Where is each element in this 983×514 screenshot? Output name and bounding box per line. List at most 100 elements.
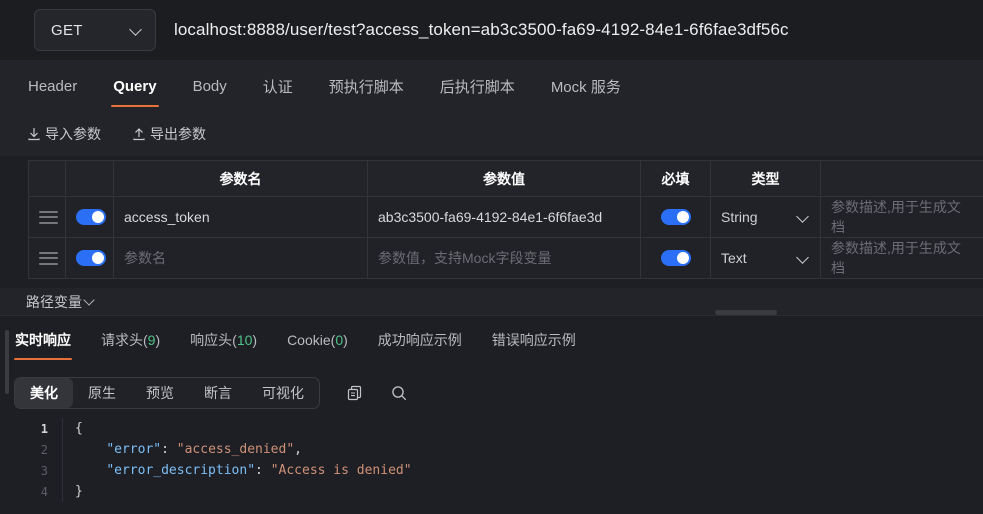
request-tab-label: Mock 服务	[550, 78, 621, 96]
param-type-select[interactable]: Text	[710, 237, 821, 279]
viewer-mode-label: 断言	[204, 385, 232, 401]
code-line: 4}	[14, 481, 983, 502]
api-client-window: GET localhost:8888/user/test?access_toke…	[0, 0, 983, 514]
code-line: 2 "error": "access_denied",	[14, 439, 983, 460]
line-number: 4	[40, 484, 48, 499]
code-line-text: {	[62, 418, 983, 439]
table-head: 参数名 参数值 必填 类型	[28, 160, 983, 197]
param-value-input[interactable]: ab3c3500-fa69-4192-84e1-6f6fae3d	[367, 196, 641, 238]
export-params-button[interactable]: 导出参数	[131, 124, 206, 144]
request-tab-5[interactable]: 后执行脚本	[438, 62, 517, 111]
required-cell	[640, 196, 711, 238]
viewer-mode-1[interactable]: 原生	[73, 378, 131, 408]
response-tab-4[interactable]: 成功响应示例	[377, 321, 463, 361]
row-drag-cell	[28, 237, 66, 279]
search-icon[interactable]	[390, 384, 408, 402]
param-type-value: Text	[721, 250, 747, 266]
param-description-text: 参数描述,用于生成文档	[831, 240, 961, 276]
request-tab-1[interactable]: Query	[111, 64, 159, 109]
line-number: 3	[40, 463, 48, 478]
viewer-mode-4[interactable]: 可视化	[247, 378, 319, 408]
table-body: access_token ab3c3500-fa69-4192-84e1-6f6f…	[28, 196, 983, 279]
code-token: "error_description"	[106, 463, 256, 478]
viewer-mode-0[interactable]: 美化	[15, 378, 73, 408]
response-tab-2[interactable]: 响应头(10)	[189, 321, 258, 361]
response-tab-label: 错误响应示例	[491, 332, 576, 348]
chevron-down-icon	[84, 295, 97, 308]
param-description-input[interactable]: 参数描述,用于生成文档	[820, 196, 983, 238]
header-required: 必填	[640, 160, 711, 197]
chevron-down-icon	[797, 211, 810, 224]
required-toggle[interactable]	[660, 250, 691, 266]
request-tab-0[interactable]: Header	[26, 64, 79, 109]
copy-icon[interactable]	[346, 384, 364, 402]
code-line-text: "error": "access_denied",	[62, 439, 983, 460]
param-value-input[interactable]: 参数值，支持Mock字段变量	[367, 237, 641, 279]
code-token: "access_denied"	[176, 442, 295, 457]
drag-handle-icon[interactable]	[39, 251, 58, 265]
http-method-select[interactable]: GET	[34, 9, 156, 51]
request-tabs: Header Query Body 认证 预执行脚本 后执行脚本 Mock 服务	[0, 60, 983, 112]
viewer-mode-2[interactable]: 预览	[131, 378, 189, 408]
enable-toggle[interactable]	[76, 250, 106, 266]
header-handle	[28, 160, 66, 197]
code-line: 1{	[14, 418, 983, 439]
query-params-table: 参数名 参数值 必填 类型 access_token ab3c3500-fa69-…	[28, 160, 983, 279]
table-row: 参数名 参数值，支持Mock字段变量 Text 参数描述,用于生成文档	[28, 237, 983, 279]
line-number: 2	[40, 442, 48, 457]
header-enable	[65, 160, 114, 197]
param-name-input[interactable]: access_token	[113, 196, 368, 238]
response-tab-count-close: )	[155, 332, 161, 348]
required-toggle[interactable]	[660, 209, 691, 225]
header-param-value: 参数值	[367, 160, 641, 197]
request-tab-4[interactable]: 预执行脚本	[327, 62, 406, 111]
viewer-mode-label: 预览	[146, 385, 174, 401]
viewer-mode-label: 美化	[30, 385, 58, 401]
header-description	[820, 160, 983, 197]
path-variable-label: 路径变量	[26, 293, 82, 310]
response-tab-1[interactable]: 请求头(9)	[100, 321, 161, 361]
code-line-text: }	[62, 481, 983, 502]
response-tab-3[interactable]: Cookie(0)	[286, 323, 349, 359]
import-params-button[interactable]: 导入参数	[26, 124, 101, 144]
code-token: "error"	[106, 442, 162, 457]
request-tab-6[interactable]: Mock 服务	[549, 62, 623, 111]
code-token: }	[75, 484, 83, 499]
export-icon	[133, 128, 145, 141]
header-type: 类型	[710, 160, 821, 197]
panel-resize-handle[interactable]	[715, 310, 777, 315]
code-token: {	[75, 421, 83, 436]
request-tab-label: 预执行脚本	[328, 78, 404, 96]
request-tab-2[interactable]: Body	[191, 64, 229, 109]
export-params-label: 导出参数	[150, 126, 206, 142]
request-tab-3[interactable]: 认证	[261, 62, 295, 111]
viewer-mode-3[interactable]: 断言	[189, 378, 247, 408]
response-body-code[interactable]: 1{2 "error": "access_denied", 3 "error_de…	[14, 418, 983, 514]
url-input[interactable]: localhost:8888/user/test?access_token=ab…	[174, 20, 789, 40]
response-tab-0[interactable]: 实时响应	[14, 321, 72, 361]
vertical-scrollbar[interactable]	[5, 330, 9, 394]
path-variable-toggle[interactable]: 路径变量	[0, 288, 983, 315]
response-tab-count: 10	[236, 332, 253, 348]
request-tab-label: Query	[113, 77, 157, 95]
response-tab-label: 实时响应	[15, 332, 71, 348]
code-token: :	[255, 463, 271, 478]
chevron-down-icon	[130, 24, 143, 37]
row-enable-cell	[65, 196, 114, 238]
query-params-table-wrapper: 参数名 参数值 必填 类型 access_token ab3c3500-fa69-…	[28, 160, 983, 279]
param-type-select[interactable]: String	[710, 196, 821, 238]
response-tab-5[interactable]: 错误响应示例	[491, 321, 577, 361]
import-params-label: 导入参数	[45, 126, 101, 142]
response-tab-count-close: )	[252, 332, 258, 348]
viewer-mode-label: 原生	[88, 385, 116, 401]
request-tab-label: 认证	[262, 78, 293, 96]
enable-toggle[interactable]	[76, 209, 106, 225]
param-description-input[interactable]: 参数描述,用于生成文档	[820, 237, 983, 279]
table-header-row: 参数名 参数值 必填 类型	[28, 160, 983, 197]
param-name-text: 参数名	[124, 250, 166, 266]
url-bar: GET localhost:8888/user/test?access_toke…	[0, 0, 983, 60]
param-name-input[interactable]: 参数名	[113, 237, 368, 279]
http-method-label: GET	[51, 21, 83, 39]
drag-handle-icon[interactable]	[39, 210, 58, 224]
